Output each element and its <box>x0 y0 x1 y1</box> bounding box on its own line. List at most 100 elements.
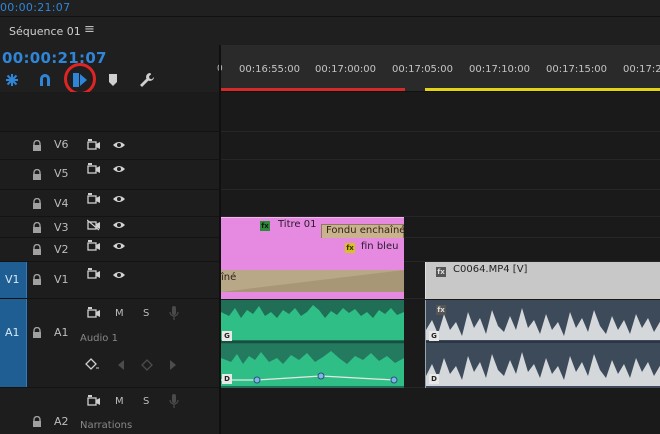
microphone-icon[interactable] <box>169 393 179 409</box>
solo-button[interactable]: S <box>143 396 149 407</box>
solo-button[interactable]: S <box>143 308 149 319</box>
track-name-a1: A1 <box>54 326 69 339</box>
linked-selection-icon[interactable] <box>35 70 55 90</box>
track-header-v1[interactable]: V1 V1 <box>0 262 219 299</box>
waveform <box>426 308 660 386</box>
track-header-spacer <box>0 92 219 132</box>
sync-lock-icon[interactable] <box>87 240 101 252</box>
source-patch-v1[interactable]: V1 <box>0 262 27 298</box>
sync-lock-icon[interactable] <box>87 193 101 205</box>
track-header-v4[interactable]: V4 <box>0 190 219 217</box>
ruler-tick: 00:16:55:00 <box>239 64 301 75</box>
track-title-a1[interactable]: Audio 1 <box>80 333 118 344</box>
clip-label: îné <box>221 272 237 283</box>
mute-button[interactable]: M <box>115 396 124 407</box>
panel-menu-icon[interactable]: ≡ <box>84 22 95 37</box>
track-header-v2[interactable]: V2 <box>0 238 219 262</box>
lock-icon[interactable] <box>32 274 42 286</box>
clip-label: C0064.MP4 [V] <box>453 264 528 275</box>
mute-button[interactable]: M <box>115 308 124 319</box>
add-marker-icon[interactable] <box>70 70 90 90</box>
transition-label: Fondu enchaîné <box>326 225 404 236</box>
source-patch-a1[interactable]: A1 <box>0 299 27 387</box>
sync-lock-icon[interactable] <box>87 139 101 151</box>
clip-label: Titre 01 <box>278 219 317 230</box>
microphone-icon[interactable] <box>169 305 179 321</box>
fx-badge: fx <box>345 243 355 253</box>
track-name-v1: V1 <box>54 273 69 286</box>
lock-icon[interactable] <box>32 222 42 234</box>
channel-badge-g: G <box>429 331 439 341</box>
top-timecode: 00:00:21:07 <box>0 1 71 14</box>
transition-block[interactable]: îné <box>221 270 404 292</box>
sync-lock-icon[interactable] <box>87 163 101 175</box>
track-header-v5[interactable]: V5 <box>0 160 219 190</box>
track-name-v4: V4 <box>54 197 69 210</box>
ruler-tick: 00:17:2 <box>623 64 660 75</box>
eye-icon[interactable] <box>112 270 126 280</box>
sync-lock-off-icon[interactable] <box>87 219 101 231</box>
clip-v1-transition[interactable]: îné <box>221 262 404 299</box>
fx-badge: fx <box>436 305 446 315</box>
clip-fin-bleu[interactable]: fx fin bleu <box>221 238 404 262</box>
eye-icon[interactable] <box>112 164 126 174</box>
ruler-tick: 00:17:00:00 <box>315 64 377 75</box>
track-name-v3: V3 <box>54 221 69 234</box>
channel-badge-d: D <box>429 374 439 384</box>
lock-icon[interactable] <box>32 169 42 181</box>
fx-badge: fx <box>260 221 270 231</box>
lane-v4[interactable] <box>221 190 660 217</box>
channel-badge-d: D <box>222 374 232 384</box>
track-header-v6[interactable]: V6 <box>0 132 219 160</box>
lock-icon[interactable] <box>32 244 42 256</box>
track-name-v6: V6 <box>54 138 69 151</box>
tab-sequence[interactable]: Séquence 01 <box>9 25 81 38</box>
sync-lock-icon[interactable] <box>87 395 101 407</box>
track-name-v2: V2 <box>54 243 69 256</box>
ruler-tick: 00:17:05:00 <box>392 64 454 75</box>
lane-v5[interactable] <box>221 160 660 190</box>
snap-icon[interactable] <box>2 70 22 90</box>
wrench-icon[interactable] <box>137 70 157 90</box>
lane-a2[interactable] <box>221 388 660 434</box>
track-name-a2: A2 <box>54 415 69 428</box>
panel-divider[interactable] <box>219 45 221 434</box>
lock-icon[interactable] <box>32 327 42 339</box>
lock-icon[interactable] <box>32 416 42 428</box>
ruler-tick: 00:17:10:00 <box>469 64 531 75</box>
clip-label: fin bleu <box>361 241 399 252</box>
track-name-v5: V5 <box>54 167 69 180</box>
panel-tab-bar <box>0 17 660 45</box>
track-header-a1[interactable]: A1 A1 M S Audio 1 <box>0 299 219 388</box>
eye-icon[interactable] <box>112 194 126 204</box>
add-keyframe-icon[interactable] <box>141 359 153 371</box>
transition-fondu[interactable]: Fondu enchaîné <box>321 224 404 238</box>
timeline-spacer <box>221 92 660 132</box>
clip-audio-gray[interactable]: fx G D <box>425 300 660 388</box>
sync-lock-icon[interactable] <box>87 307 101 319</box>
sync-lock-icon[interactable] <box>87 268 101 280</box>
clip-titre[interactable]: fx Titre 01 Fondu enchaîné <box>221 217 404 238</box>
lock-icon[interactable] <box>32 140 42 152</box>
playhead-timecode[interactable]: 00:00:21:07 <box>2 49 107 67</box>
time-ruler[interactable]: 0 00:16:55:00 00:17:00:00 00:17:05:00 00… <box>217 45 660 92</box>
track-header-v3[interactable]: V3 <box>0 217 219 238</box>
lane-v6[interactable] <box>221 132 660 160</box>
eye-icon[interactable] <box>112 220 126 230</box>
channel-badge-g: G <box>222 331 232 341</box>
eye-icon[interactable] <box>112 241 126 251</box>
track-title-a2[interactable]: Narrations <box>80 420 132 431</box>
track-header-a2[interactable]: A2 M S Narrations <box>0 388 219 434</box>
marker-icon[interactable] <box>103 70 123 90</box>
lock-icon[interactable] <box>32 198 42 210</box>
prev-keyframe-icon[interactable] <box>117 360 125 370</box>
ruler-tick: 00:17:15:00 <box>546 64 608 75</box>
waveform <box>221 305 404 386</box>
transition-gradient <box>221 270 404 292</box>
clip-c0064-video[interactable]: fx C0064.MP4 [V] <box>425 262 660 299</box>
next-keyframe-icon[interactable] <box>169 360 177 370</box>
keyframe-toggle-icon[interactable] <box>85 358 99 370</box>
fx-badge: fx <box>436 267 446 277</box>
eye-icon[interactable] <box>112 140 126 150</box>
clip-audio-green[interactable]: G D <box>221 300 404 388</box>
